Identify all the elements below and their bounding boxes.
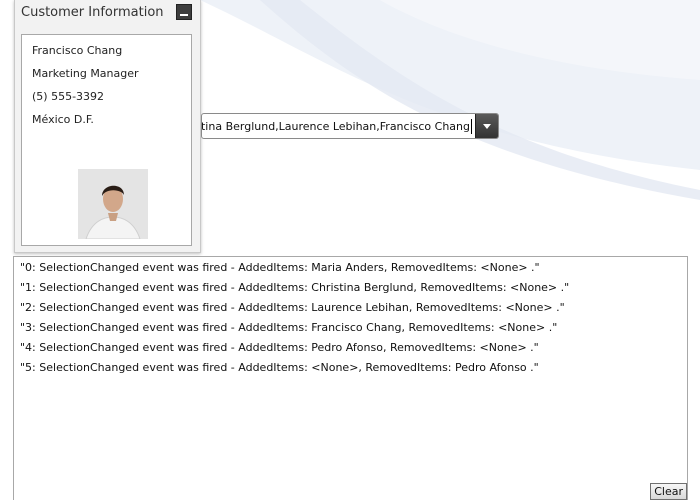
text-caret: [471, 119, 472, 134]
combobox-input-text[interactable]: istina Berglund,Laurence Lebihan,Francis…: [202, 120, 470, 133]
customer-city: México D.F.: [32, 113, 94, 126]
customer-name: Francisco Chang: [32, 44, 123, 57]
customer-card: Francisco Chang Marketing Manager (5) 55…: [21, 34, 192, 246]
customer-photo: [78, 169, 148, 239]
customer-info-panel: Customer Information Francisco Chang Mar…: [14, 0, 201, 253]
event-log[interactable]: "0: SelectionChanged event was fired - A…: [13, 256, 688, 500]
chevron-down-icon[interactable]: [475, 114, 498, 138]
panel-title: Customer Information: [21, 5, 164, 20]
customer-multiselect-combobox[interactable]: istina Berglund,Laurence Lebihan,Francis…: [201, 113, 499, 139]
log-line: "2: SelectionChanged event was fired - A…: [20, 301, 565, 314]
log-line: "1: SelectionChanged event was fired - A…: [20, 281, 570, 294]
log-line: "4: SelectionChanged event was fired - A…: [20, 341, 539, 354]
minus-icon[interactable]: [176, 4, 192, 20]
customer-phone: (5) 555-3392: [32, 90, 105, 103]
clear-button[interactable]: Clear: [650, 483, 687, 500]
panel-header: Customer Information: [15, 0, 200, 27]
log-line: "5: SelectionChanged event was fired - A…: [20, 361, 539, 374]
log-line: "3: SelectionChanged event was fired - A…: [20, 321, 558, 334]
customer-role: Marketing Manager: [32, 67, 139, 80]
log-line: "0: SelectionChanged event was fired - A…: [20, 261, 540, 274]
